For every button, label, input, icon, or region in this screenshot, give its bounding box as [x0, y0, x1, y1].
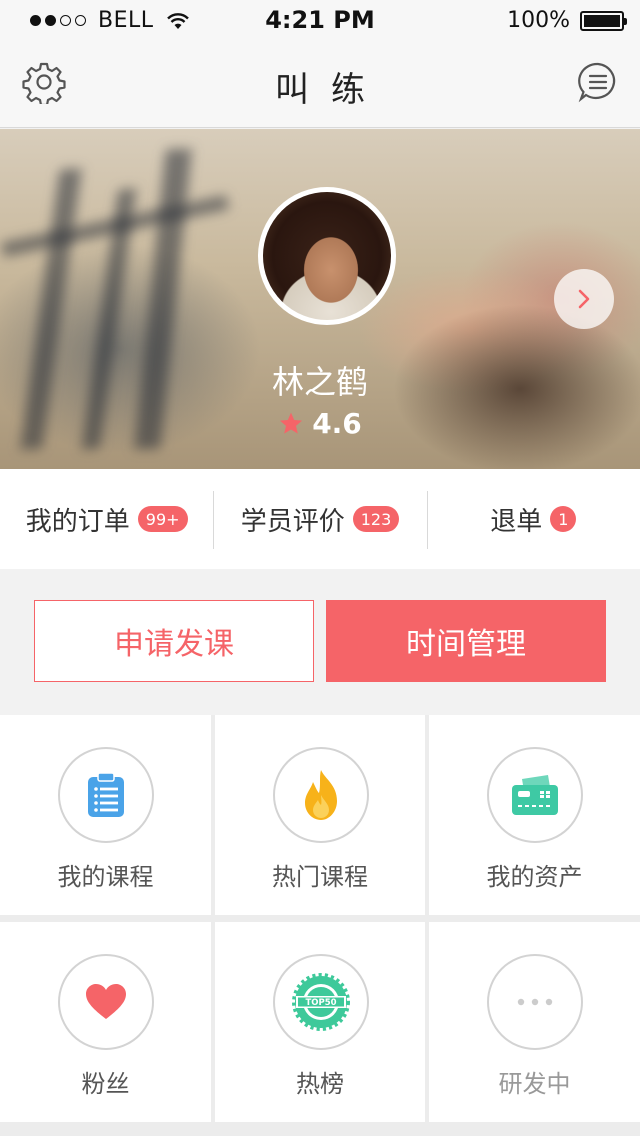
profile-header: 林之鹤 4.6 — [0, 129, 640, 469]
grid-item-label: 我的资产 — [486, 863, 583, 891]
wallet-icon — [512, 775, 558, 815]
stat-label: 学员评价 — [240, 506, 345, 537]
message-icon[interactable] — [576, 60, 620, 104]
icon-circle — [58, 747, 154, 843]
count-badge: 99+ — [137, 506, 188, 532]
time-management-button[interactable]: 时间管理 — [326, 600, 606, 682]
feature-grid: 我的课程 热门课程 我的资产 粉丝 TOP50 热榜 研发中 — [0, 715, 640, 1136]
grid-item-label: 粉丝 — [81, 1070, 130, 1098]
stats-bar: 我的订单 99+ 学员评价 123 退单 1 — [0, 469, 640, 569]
grid-item-label: 热门课程 — [272, 863, 368, 891]
heart-icon — [86, 984, 126, 1019]
background-decoration — [134, 149, 192, 449]
stat-my-orders[interactable]: 我的订单 99+ — [0, 469, 213, 569]
stat-refunds[interactable]: 退单 1 — [426, 469, 640, 569]
profile-name: 林之鹤 — [271, 363, 368, 401]
apply-course-button[interactable]: 申请发课 — [34, 600, 314, 682]
icon-circle — [273, 747, 369, 843]
star-icon — [280, 412, 303, 434]
chevron-right-icon — [578, 289, 590, 309]
nav-bar: 叫练 — [0, 40, 640, 128]
icon-circle — [58, 954, 154, 1050]
grid-item-hot-list[interactable]: TOP50 热榜 — [215, 922, 425, 1122]
count-badge: 1 — [550, 506, 577, 532]
status-bar: BELL 4:21 PM 100% — [0, 0, 640, 40]
count-badge: 123 — [352, 506, 400, 532]
status-right: 100% — [507, 8, 627, 33]
rating: 4.6 — [0, 407, 640, 440]
battery-percent: 100% — [507, 8, 570, 33]
stat-label: 退单 — [490, 506, 543, 537]
flame-icon — [305, 770, 337, 820]
stat-student-reviews[interactable]: 学员评价 123 — [213, 469, 426, 569]
grid-item-my-assets[interactable]: 我的资产 — [429, 715, 640, 915]
grid-item-label: 我的课程 — [57, 863, 154, 891]
icon-circle — [487, 747, 583, 843]
top50-badge-icon: TOP50 — [292, 973, 350, 1031]
grid-item-hot-courses[interactable]: 热门课程 — [215, 715, 425, 915]
icon-circle: TOP50 — [273, 954, 369, 1050]
rating-value: 4.6 — [312, 407, 362, 440]
profile-next-button[interactable] — [554, 269, 614, 329]
stat-label: 我的订单 — [25, 506, 130, 537]
grid-item-fans[interactable]: 粉丝 — [0, 922, 211, 1122]
grid-item-label: 研发中 — [498, 1070, 571, 1098]
clipboard-icon — [88, 772, 124, 817]
grid-item-in-development[interactable]: 研发中 — [429, 922, 640, 1122]
action-buttons: 申请发课 时间管理 — [0, 569, 640, 715]
battery-icon — [580, 10, 627, 31]
more-dots-icon — [517, 998, 553, 1006]
page-title: 叫练 — [275, 70, 387, 110]
grid-item-label: 热榜 — [296, 1070, 344, 1098]
grid-item-my-courses[interactable]: 我的课程 — [0, 715, 211, 915]
icon-circle — [487, 954, 583, 1050]
top50-text: TOP50 — [305, 998, 336, 1008]
avatar[interactable] — [258, 187, 396, 325]
